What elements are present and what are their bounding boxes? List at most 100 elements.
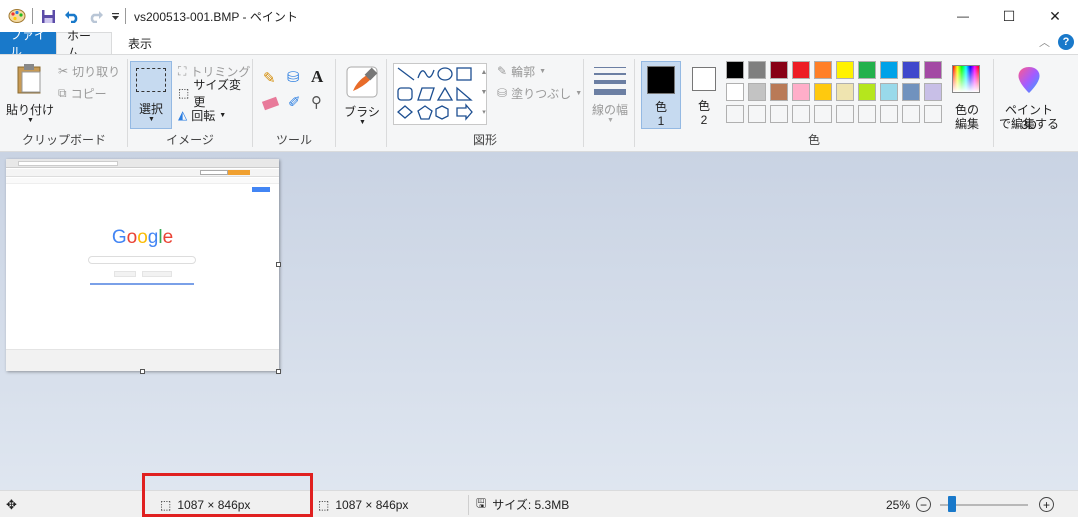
cut-button[interactable]: ✂ 切り取り: [58, 61, 120, 81]
zoom-slider-thumb[interactable]: [948, 496, 956, 512]
chevron-down-icon: ▼: [575, 89, 583, 97]
color2-label: 色: [697, 99, 710, 113]
zoom-in-button[interactable]: +: [1039, 497, 1054, 512]
resize-handle-corner[interactable]: [276, 369, 281, 374]
outline-button[interactable]: ✎ 輪郭 ▼: [497, 61, 546, 81]
shapes-gallery[interactable]: [393, 63, 487, 125]
brushes-button[interactable]: ブラシ ▼: [342, 63, 382, 131]
image-canvas[interactable]: Google: [6, 159, 279, 371]
color-swatch[interactable]: [902, 83, 920, 101]
tab-home[interactable]: ホーム: [56, 29, 112, 60]
copy-label: コピー: [70, 86, 107, 101]
color1-label: 色: [654, 100, 667, 114]
empty-color-swatch[interactable]: [814, 105, 832, 123]
paste-button[interactable]: 貼り付け ▼: [6, 61, 54, 131]
file-size: 🖫 サイズ: 5.3MB: [476, 491, 569, 517]
text-icon[interactable]: A: [311, 67, 323, 87]
empty-color-swatch[interactable]: [858, 105, 876, 123]
color-swatch[interactable]: [880, 83, 898, 101]
eraser-icon[interactable]: [261, 96, 280, 111]
collapse-ribbon-icon[interactable]: ︿: [1039, 34, 1050, 50]
paint3d-label-2: で編集する: [998, 117, 1059, 131]
color-swatch[interactable]: [858, 61, 876, 79]
google-promo-text: [90, 283, 194, 285]
color-swatch[interactable]: [792, 61, 810, 79]
color-swatch[interactable]: [792, 83, 810, 101]
edit-colors-button[interactable]: 色の 編集: [947, 61, 987, 131]
redo-icon[interactable]: [85, 5, 107, 27]
shapes-gallery-icons: [397, 67, 473, 121]
resize-handle-bottom[interactable]: [140, 369, 145, 374]
empty-color-swatch[interactable]: [880, 105, 898, 123]
empty-color-swatch[interactable]: [924, 105, 942, 123]
color1-button[interactable]: 色 1: [641, 61, 681, 129]
close-button[interactable]: ✕: [1032, 0, 1078, 32]
fill-button[interactable]: ⛁ 塗りつぶし ▼: [497, 83, 582, 103]
zoom-level-value: 25%: [886, 497, 911, 512]
color-swatch[interactable]: [814, 61, 832, 79]
copy-button[interactable]: ⧉ コピー: [58, 83, 107, 103]
browser-bookmarks-bar: [6, 178, 279, 184]
empty-color-swatch[interactable]: [902, 105, 920, 123]
help-icon[interactable]: ?: [1058, 34, 1074, 50]
ribbon: 貼り付け ▼ ✂ 切り取り ⧉ コピー クリップボード 選択 ▼ ⛶ トリミング ⬚ サ…: [0, 54, 1078, 152]
title-bar: vs200513-001.BMP - ペイント — ☐ ✕: [0, 0, 1078, 32]
empty-color-swatch[interactable]: [792, 105, 810, 123]
ribbon-tabs: ファイル ホーム 表示: [0, 28, 1078, 60]
fill-icon: ⛁: [497, 86, 508, 100]
color2-button[interactable]: 色 2: [685, 61, 725, 129]
canvas-workspace[interactable]: Google: [0, 152, 1078, 490]
color-swatch[interactable]: [880, 61, 898, 79]
color-swatch[interactable]: [748, 61, 766, 79]
color1-swatch: [647, 66, 675, 94]
color-swatch[interactable]: [814, 83, 832, 101]
color-swatch[interactable]: [836, 61, 854, 79]
tab-file[interactable]: ファイル: [0, 28, 56, 59]
shapes-group-label: 図形: [472, 133, 497, 147]
group-paint3d: ペイント 3D で編集する: [994, 55, 1078, 152]
empty-color-swatch[interactable]: [748, 105, 766, 123]
tab-view[interactable]: 表示: [112, 32, 168, 54]
save-icon[interactable]: [37, 5, 59, 27]
customize-quick-access-icon[interactable]: [109, 5, 121, 27]
color-swatch[interactable]: [836, 83, 854, 101]
empty-color-swatch[interactable]: [770, 105, 788, 123]
zoom-out-button[interactable]: −: [916, 497, 931, 512]
empty-color-swatch[interactable]: [726, 105, 744, 123]
magnifier-icon[interactable]: ⚲: [311, 93, 322, 111]
paint-app-icon[interactable]: [6, 5, 28, 27]
color-swatch[interactable]: [902, 61, 920, 79]
color-swatch[interactable]: [858, 83, 876, 101]
cut-label: 切り取り: [72, 64, 121, 79]
resize-button[interactable]: ⬚ サイズ変更: [178, 78, 252, 109]
color-picker-icon[interactable]: ✐: [288, 93, 301, 111]
pencil-icon[interactable]: ✎: [263, 69, 276, 87]
size-label: 線の幅: [591, 103, 628, 117]
resize-handle-right[interactable]: [276, 262, 281, 267]
color-swatch[interactable]: [924, 61, 942, 79]
minimize-icon: —: [957, 9, 969, 23]
shapes-scroll[interactable]: ▲ ▼ ▾: [479, 63, 489, 125]
brushes-label: ブラシ: [344, 105, 380, 119]
color-swatch[interactable]: [770, 83, 788, 101]
empty-color-swatch[interactable]: [836, 105, 854, 123]
fill-bucket-icon[interactable]: ⛁: [287, 68, 300, 86]
image-size-value: 1087 × 846px: [335, 497, 409, 512]
color-swatch[interactable]: [726, 83, 744, 101]
minimize-button[interactable]: —: [940, 0, 986, 32]
undo-icon[interactable]: [61, 5, 83, 27]
color-swatch[interactable]: [726, 61, 744, 79]
color-spectrum-icon: [952, 65, 980, 93]
edit-in-paint3d-button[interactable]: ペイント 3D で編集する: [998, 63, 1060, 133]
size-button[interactable]: 線の幅 ▼: [588, 63, 632, 133]
browser-search-box: [200, 170, 228, 175]
rotate-button[interactable]: ◭ 回転 ▼: [178, 105, 226, 125]
color-swatch[interactable]: [770, 61, 788, 79]
resize-icon: ⬚: [178, 86, 190, 100]
color-swatch[interactable]: [924, 83, 942, 101]
crop-icon: ⛶: [178, 63, 187, 78]
select-button[interactable]: 選択 ▼: [130, 61, 172, 129]
maximize-button[interactable]: ☐: [986, 0, 1032, 32]
divider: [125, 8, 126, 24]
color-swatch[interactable]: [748, 83, 766, 101]
